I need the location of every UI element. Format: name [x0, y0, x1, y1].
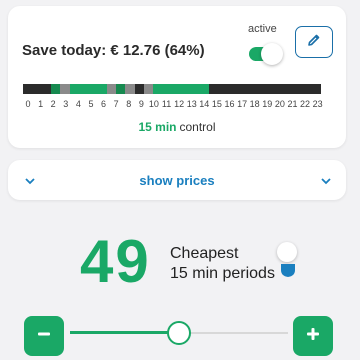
- hour-label: 12: [174, 99, 185, 109]
- hour-label: 4: [75, 99, 81, 109]
- hour-label: 2: [50, 99, 56, 109]
- period-count: 49: [80, 228, 151, 295]
- control-minutes: 15 min: [138, 120, 177, 134]
- hour-label: 14: [199, 99, 210, 109]
- hour-label: 0: [25, 99, 31, 109]
- timeline-segment: [293, 84, 303, 94]
- hour-label: 23: [312, 99, 323, 109]
- timeline-segment: [23, 84, 33, 94]
- hour-label: 10: [148, 99, 159, 109]
- timeline-segment: [274, 84, 284, 94]
- timeline-segment: [237, 84, 247, 94]
- hour-label: 11: [161, 99, 172, 109]
- timeline-segment: [32, 84, 42, 94]
- hour-label: 9: [138, 99, 144, 109]
- timeline-segment: [227, 84, 238, 94]
- timeline-segment: [69, 84, 79, 94]
- hour-label: 1: [38, 99, 44, 109]
- hour-label: 21: [287, 99, 298, 109]
- plus-icon: [305, 326, 321, 347]
- decrease-button[interactable]: [24, 316, 64, 356]
- active-toggle[interactable]: [249, 43, 285, 65]
- timeline-segment: [255, 84, 266, 94]
- timeline-segment: [144, 84, 154, 94]
- toggle-knob: [261, 43, 283, 65]
- hour-axis: 0 1 2 3 4 5 6 7 8 9 10 11 12 13 14 15 16 17 18 19 20 21 22 23: [22, 99, 324, 109]
- timeline-segment: [265, 84, 275, 94]
- timeline-segment: [172, 84, 182, 94]
- hour-label: 5: [88, 99, 94, 109]
- period-slider[interactable]: [70, 318, 288, 348]
- timeline-segment: [88, 84, 98, 94]
- timeline-segment: [311, 84, 321, 94]
- savings-summary: Save today: € 12.76 (64%): [22, 42, 205, 59]
- timeline-segment: [283, 84, 294, 94]
- info-dot: [277, 242, 297, 262]
- timeline-segment: [162, 84, 172, 94]
- hour-label: 20: [274, 99, 285, 109]
- timeline-segment: [106, 84, 117, 94]
- timeline-segment: [181, 84, 191, 94]
- timeline-segment: [199, 84, 210, 94]
- pencil-icon: [306, 32, 322, 53]
- active-label: active: [248, 23, 277, 35]
- slider-thumb[interactable]: [167, 321, 191, 345]
- increase-button[interactable]: [293, 316, 333, 356]
- hour-label: 3: [63, 99, 69, 109]
- chevron-down-icon: [24, 173, 36, 191]
- chevron-down-icon: [320, 173, 332, 191]
- slider-fill: [70, 331, 169, 334]
- control-info: 15 min control: [8, 120, 346, 134]
- hour-label: 18: [249, 99, 260, 109]
- timeline-segment: [134, 84, 145, 94]
- timeline-segment: [125, 84, 135, 94]
- hour-label: 16: [224, 99, 235, 109]
- price-timeline: [23, 84, 321, 94]
- control-label: control: [179, 120, 216, 134]
- hour-label: 8: [126, 99, 132, 109]
- minus-icon: [36, 326, 52, 347]
- edit-button[interactable]: [295, 26, 333, 58]
- timeline-segment: [218, 84, 228, 94]
- shield-icon: [280, 262, 296, 283]
- timeline-segment: [50, 84, 61, 94]
- hour-label: 19: [262, 99, 273, 109]
- timeline-segment: [302, 84, 312, 94]
- timeline-segment: [60, 84, 70, 94]
- timeline-segment: [78, 84, 89, 94]
- hour-label: 13: [186, 99, 197, 109]
- hour-label: 17: [237, 99, 248, 109]
- timeline-segment: [246, 84, 256, 94]
- hour-label: 7: [113, 99, 119, 109]
- hour-label: 15: [211, 99, 222, 109]
- cheapest-label: Cheapest 15 min periods: [170, 244, 275, 284]
- cheapest-line-1: Cheapest: [170, 245, 239, 262]
- timeline-segment: [116, 84, 126, 94]
- timeline-segment: [41, 84, 51, 94]
- timeline-segment: [97, 84, 107, 94]
- cheapest-line-2: 15 min periods: [170, 265, 275, 282]
- savings-card: Save today: € 12.76 (64%) active 0123456…: [8, 6, 346, 148]
- timeline-segment: [209, 84, 219, 94]
- timeline-segment: [190, 84, 200, 94]
- hour-label: 22: [300, 99, 311, 109]
- show-prices-toggle[interactable]: show prices: [8, 160, 346, 200]
- show-prices-label: show prices: [139, 172, 215, 188]
- timeline-segment: [153, 84, 163, 94]
- hour-label: 6: [101, 99, 107, 109]
